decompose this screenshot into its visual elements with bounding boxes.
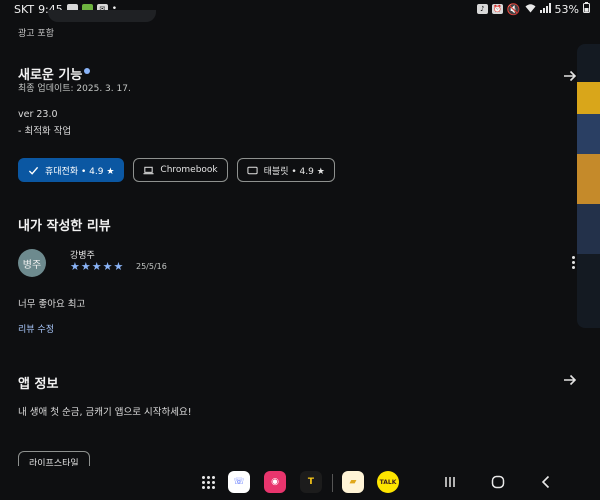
side-promo-card[interactable]: [577, 44, 600, 328]
last-updated-date: 최종 업데이트: 2025. 3. 17.: [18, 84, 131, 94]
whats-new-arrow-icon[interactable]: [562, 68, 578, 84]
camera-app-icon[interactable]: ◉: [264, 471, 286, 493]
star-icon: ★: [80, 260, 91, 273]
taskbar-divider: [332, 474, 333, 492]
recent-apps-button[interactable]: [442, 474, 458, 490]
wifi-icon: [525, 3, 536, 16]
star-icon: ★: [113, 260, 124, 273]
review-text: 너무 좋아요 최고: [18, 299, 86, 310]
chip-label: 태블릿 • 4.9 ★: [263, 166, 325, 177]
chip-label: Chromebook: [160, 165, 218, 175]
kakaotalk-app-icon[interactable]: TALK: [377, 471, 399, 493]
version-text: ver 23.0: [18, 109, 58, 120]
chip-label: 휴대전화 • 4.9 ★: [45, 166, 115, 177]
avatar: 병주: [18, 249, 46, 277]
alarm-icon: ⏰: [491, 4, 503, 14]
chip-tablet[interactable]: 태블릿 • 4.9 ★: [236, 158, 335, 182]
signal-icon: [539, 2, 551, 16]
status-right: ♪ ⏰ 🔇 53%: [476, 2, 590, 16]
check-icon: [28, 165, 39, 176]
app-description: 내 생애 첫 순금, 금캐기 앱으로 시작하세요!: [18, 407, 192, 418]
chip-phone[interactable]: 휴대전화 • 4.9 ★: [18, 158, 125, 182]
battery-icon: [583, 2, 590, 16]
edit-review-button[interactable]: 리뷰 수정: [18, 322, 54, 335]
laptop-icon: [143, 165, 154, 176]
star-icon: ★: [102, 260, 113, 273]
more-options-icon[interactable]: [569, 256, 577, 270]
ad-label: 광고 포함: [18, 29, 54, 39]
phone-app-icon[interactable]: ☏: [228, 471, 250, 493]
header-pill: [48, 10, 156, 22]
chip-chromebook[interactable]: Chromebook: [133, 158, 228, 182]
tmap-app-icon[interactable]: T: [300, 471, 322, 493]
app-info-title[interactable]: 앱 정보: [18, 373, 58, 392]
app-info-arrow-icon[interactable]: [562, 372, 578, 388]
gold-app-icon[interactable]: ▰: [342, 471, 364, 493]
star-icon: ★: [91, 260, 102, 273]
avatar-text: 병주: [22, 259, 42, 271]
app-drawer-icon[interactable]: [202, 476, 216, 490]
my-review-title: 내가 작성한 리뷰: [18, 219, 111, 234]
tablet-icon: [247, 165, 258, 176]
device-filter-chips: 휴대전화 • 4.9 ★ Chromebook 태블릿 • 4.9 ★: [18, 158, 335, 182]
release-notes: - 최적화 작업: [18, 126, 72, 137]
review-date: 25/5/16: [136, 262, 167, 271]
new-indicator-dot: [84, 68, 90, 74]
back-button[interactable]: [538, 474, 554, 490]
star-icon: ★: [70, 260, 80, 273]
carrier-label: SKT: [14, 2, 35, 16]
home-button[interactable]: [490, 474, 506, 490]
battery-percent: 53%: [554, 2, 579, 16]
mute-icon: 🔇: [506, 2, 521, 16]
star-rating: ★ ★ ★ ★ ★: [70, 261, 123, 272]
media-icon: ♪: [476, 4, 488, 14]
